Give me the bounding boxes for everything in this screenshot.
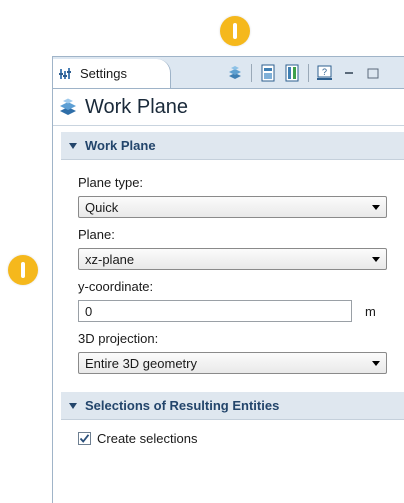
projection-value: Entire 3D geometry xyxy=(85,355,197,371)
tab-settings[interactable]: Settings xyxy=(53,59,171,88)
plane-select[interactable]: xz-plane xyxy=(78,248,387,270)
y-coordinate-label: y-coordinate: xyxy=(78,279,154,294)
caret-down-icon xyxy=(69,142,77,149)
callout-marker-top xyxy=(220,16,250,46)
projection-select[interactable]: Entire 3D geometry xyxy=(78,352,387,374)
y-coordinate-unit: m xyxy=(365,303,376,319)
settings-window: Settings ? Work Plane Work Plane Plane t… xyxy=(52,56,404,503)
tab-bar: Settings ? xyxy=(53,57,404,89)
build-icon[interactable] xyxy=(225,63,245,83)
checkmark-icon xyxy=(79,434,90,443)
dropdown-arrow-icon xyxy=(372,257,380,262)
settings-icon xyxy=(59,67,75,81)
section-title: Selections of Resulting Entities xyxy=(85,398,280,413)
section-work-plane-header[interactable]: Work Plane xyxy=(61,132,404,160)
help-icon[interactable]: ? xyxy=(315,63,335,83)
work-plane-icon xyxy=(57,96,79,118)
section-selections-header[interactable]: Selections of Resulting Entities xyxy=(61,392,404,420)
panel-header: Work Plane xyxy=(53,89,404,126)
toolbar-separator xyxy=(308,64,309,82)
plane-type-select[interactable]: Quick xyxy=(78,196,387,218)
create-selections-checkbox[interactable] xyxy=(78,432,91,445)
work-plane-form: Plane type: Quick Plane: xz-plane y-coor… xyxy=(53,160,404,374)
callout-marker-left xyxy=(8,255,38,285)
maximize-icon[interactable] xyxy=(363,63,383,83)
dropdown-arrow-icon xyxy=(372,205,380,210)
panel-toolbar: ? xyxy=(225,62,383,84)
svg-text:?: ? xyxy=(322,67,327,77)
toolbar-separator xyxy=(251,64,252,82)
projection-label: 3D projection: xyxy=(78,331,159,346)
section-title: Work Plane xyxy=(85,138,156,153)
plane-value: xz-plane xyxy=(85,251,135,267)
create-selections-label: Create selections xyxy=(97,431,198,446)
plane-label: Plane: xyxy=(78,227,115,242)
plane-type-label: Plane type: xyxy=(78,175,144,190)
page-title: Work Plane xyxy=(85,95,189,118)
tab-settings-label: Settings xyxy=(80,66,127,81)
caret-down-icon xyxy=(69,402,77,409)
y-coordinate-row: m xyxy=(78,300,404,322)
minimize-icon[interactable] xyxy=(339,63,359,83)
window-icon[interactable] xyxy=(258,63,278,83)
plane-type-value: Quick xyxy=(85,199,119,215)
dropdown-arrow-icon xyxy=(372,361,380,366)
y-coordinate-input[interactable] xyxy=(78,300,352,322)
create-selections-row: Create selections xyxy=(53,431,404,446)
panel-icon[interactable] xyxy=(282,63,302,83)
